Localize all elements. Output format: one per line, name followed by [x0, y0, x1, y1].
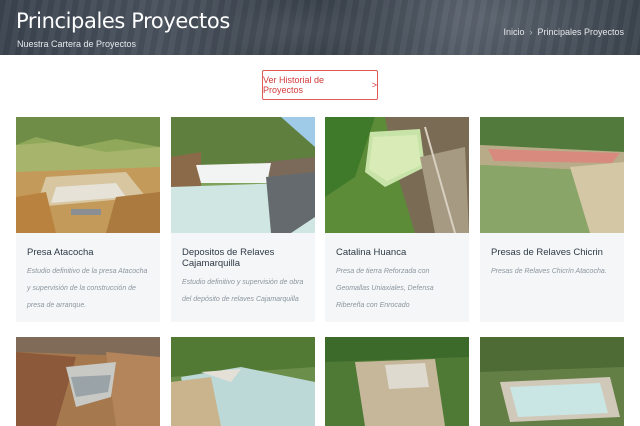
project-card[interactable]: Presas de Relaves Chicrin Presas de Rela…	[480, 117, 624, 322]
project-card[interactable]: Catalina Huanca Presa de tierra Reforzad…	[325, 117, 469, 322]
project-image[interactable]	[16, 337, 160, 426]
project-title[interactable]: Depositos de Relaves Cajamarquilla	[171, 233, 315, 269]
chevron-right-icon: >	[371, 80, 377, 90]
project-title[interactable]: Presas de Relaves Chicrin	[480, 233, 624, 258]
project-image[interactable]	[480, 337, 624, 426]
breadcrumb-current: Principales Proyectos	[537, 27, 624, 37]
page-header: Principales Proyectos Nuestra Cartera de…	[0, 0, 640, 55]
project-card[interactable]: Presa Atacocha Estudio definitivo de la …	[16, 117, 160, 322]
project-card[interactable]: Depositos de Relaves Cajamarquilla Estud…	[171, 117, 315, 322]
breadcrumb-separator: ›	[529, 27, 533, 37]
breadcrumb-home-link[interactable]: Inicio	[503, 27, 524, 37]
page-subtitle: Nuestra Cartera de Proyectos	[17, 39, 137, 49]
project-history-button[interactable]: Ver Historial de Proyectos >	[262, 70, 378, 100]
project-description: Estudio definitivo de la presa Atacocha …	[27, 268, 148, 309]
project-description: Estudio definitivo y supervisión de obra…	[182, 279, 304, 303]
breadcrumb: Inicio › Principales Proyectos	[503, 27, 624, 37]
project-history-label: Ver Historial de Proyectos	[263, 75, 325, 95]
project-image[interactable]	[325, 337, 469, 426]
project-image[interactable]	[171, 117, 315, 233]
page-title: Principales Proyectos	[16, 9, 230, 33]
project-image[interactable]	[16, 117, 160, 233]
project-image[interactable]	[480, 117, 624, 233]
project-image[interactable]	[325, 117, 469, 233]
project-title[interactable]: Catalina Huanca	[325, 233, 469, 258]
project-image[interactable]	[171, 337, 315, 426]
project-description: Presas de Relaves Chicrín Atacocha.	[491, 268, 607, 275]
project-description: Presa de tierra Reforzada con Geomallas …	[336, 268, 434, 309]
project-title[interactable]: Presa Atacocha	[16, 233, 160, 258]
